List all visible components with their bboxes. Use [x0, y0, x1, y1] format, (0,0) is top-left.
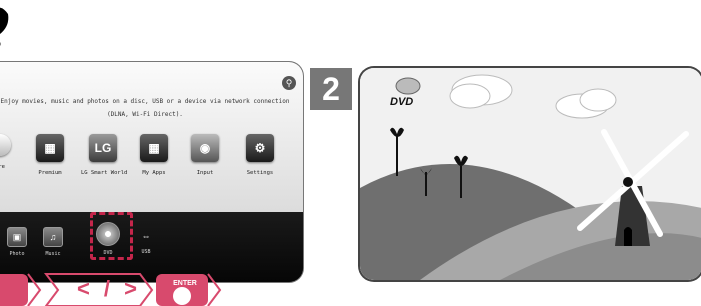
input-icon: ◉ — [191, 134, 219, 162]
app-tile-input[interactable]: ◉ Input — [183, 134, 227, 176]
usb-icon: ⇔ — [141, 231, 151, 241]
premium-icon: ▦ — [36, 134, 64, 162]
apps-grid-icon: ▦ — [140, 134, 168, 162]
home-apps-panel: ⚲ Enjoy movies, music and photos on a di… — [0, 62, 303, 212]
app-tile-partial[interactable]: are — [0, 134, 22, 170]
photo-icon: ▣ — [7, 227, 27, 247]
gear-icon: ⚙ — [246, 134, 274, 162]
dvd-focus-highlight — [90, 212, 133, 260]
dvd-playback-screen: DVD — [360, 68, 701, 280]
home-button[interactable] — [0, 273, 42, 306]
home-menu-screen: ⚲ Enjoy movies, music and photos on a di… — [0, 62, 303, 282]
dvd-label: DVD — [390, 96, 414, 108]
brand-logo — [0, 7, 9, 46]
source-music[interactable]: ♫ Music — [38, 227, 68, 257]
home-message: Enjoy movies, music and photos on a disc… — [0, 98, 290, 118]
app-tile-lg-smart-world[interactable]: LG LG Smart World — [81, 134, 127, 176]
music-icon: ♫ — [43, 227, 63, 247]
step-number: 2 — [310, 68, 352, 110]
arrows-label: < / > — [76, 276, 142, 301]
search-icon[interactable]: ⚲ — [282, 76, 296, 90]
enter-label: ENTER — [173, 280, 197, 287]
app-tile-my-apps[interactable]: ▦ My Apps — [132, 134, 176, 176]
source-usb[interactable]: ⇔ USB — [131, 227, 161, 255]
lg-logo-icon: LG — [89, 134, 117, 162]
enter-button[interactable] — [156, 273, 222, 306]
app-tile-settings[interactable]: ⚙ Settings — [238, 134, 282, 176]
dvd-disc-icon — [395, 77, 421, 95]
app-tile-premium[interactable]: ▦ Premium — [28, 134, 72, 176]
app-icon-partial — [0, 134, 11, 156]
source-photo[interactable]: ▣ Photo — [2, 227, 32, 257]
